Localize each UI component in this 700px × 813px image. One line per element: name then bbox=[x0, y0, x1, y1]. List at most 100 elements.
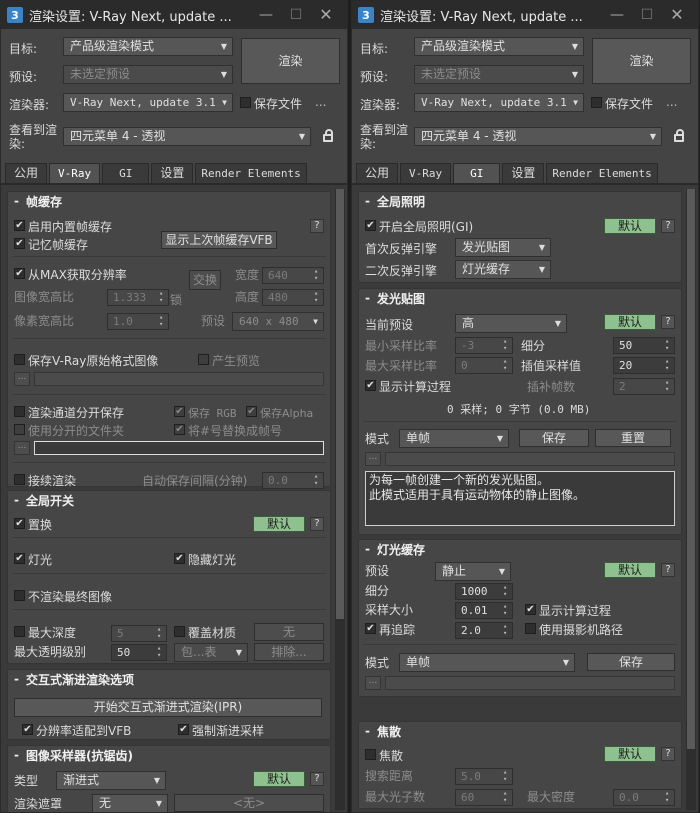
target-dropdown[interactable]: 产品级渲染模式 ▼ bbox=[414, 37, 584, 56]
show-last-vfb-button[interactable]: 显示上次帧缓存VFB bbox=[161, 231, 277, 249]
secondary-engine-dropdown[interactable]: 灯光缓存 ▼ bbox=[455, 260, 551, 279]
close-button[interactable]: ✕ bbox=[315, 5, 337, 25]
caustics-checkbox[interactable] bbox=[365, 749, 376, 760]
rollout-header[interactable]: - 全局照明 bbox=[359, 192, 681, 212]
width-spinner[interactable]: 640 bbox=[262, 267, 324, 284]
save-file-checkbox[interactable] bbox=[591, 97, 602, 108]
max-photons-spinner[interactable]: 60 bbox=[455, 789, 513, 806]
rollout-header[interactable]: - 帧缓存 bbox=[8, 192, 330, 212]
render-mask-dropdown[interactable]: 无 ▼ bbox=[92, 794, 168, 812]
irr-show-calc-checkbox[interactable]: ✔ bbox=[365, 380, 376, 391]
swap-button[interactable]: 交换 bbox=[189, 270, 221, 290]
lights-checkbox[interactable]: ✔ bbox=[14, 553, 25, 564]
irr-save-button[interactable]: 保存 bbox=[519, 429, 589, 447]
save-file-browse[interactable]: ... bbox=[315, 95, 326, 109]
interp-samples-spinner[interactable]: 20 bbox=[613, 357, 675, 374]
default-button[interactable]: 默认 bbox=[253, 771, 305, 787]
include-list-dropdown[interactable]: 包...表 ▼ bbox=[174, 643, 248, 662]
irr-mode-dropdown[interactable]: 单帧 ▼ bbox=[399, 429, 509, 448]
save-file-browse[interactable]: ... bbox=[666, 95, 677, 109]
separate-folders-checkbox[interactable] bbox=[14, 424, 25, 435]
lock-icon[interactable] bbox=[323, 129, 333, 142]
lc-preset-dropdown[interactable]: 静止 ▼ bbox=[435, 562, 511, 581]
save-rgb-checkbox[interactable]: ✔ bbox=[174, 406, 185, 417]
help-button[interactable]: ? bbox=[310, 517, 324, 531]
default-button[interactable]: 默认 bbox=[604, 218, 656, 234]
help-button[interactable]: ? bbox=[661, 219, 675, 233]
renderer-dropdown[interactable]: V-Ray Next, update 3.1 ▼ bbox=[63, 93, 233, 112]
render-button[interactable]: 渲染 bbox=[592, 38, 691, 84]
tab-gi[interactable]: GI bbox=[102, 163, 150, 183]
view-dropdown[interactable]: 四元菜单 4 - 透视 ▼ bbox=[63, 127, 311, 146]
irr-preset-dropdown[interactable]: 高 ▼ bbox=[455, 314, 567, 333]
lc-path-field[interactable] bbox=[385, 676, 675, 690]
render-button[interactable]: 渲染 bbox=[241, 38, 340, 84]
enable-builtin-fb-checkbox[interactable]: ✔ bbox=[14, 220, 25, 231]
rollout-header[interactable]: - 全局开关 bbox=[8, 491, 330, 511]
tab-render-elements[interactable]: Render Elements bbox=[195, 163, 307, 183]
height-spinner[interactable]: 480 bbox=[262, 289, 324, 306]
max-transp-spinner[interactable]: 50 bbox=[111, 644, 167, 661]
save-alpha-checkbox[interactable]: ✔ bbox=[246, 406, 257, 417]
raw-path-browse-button[interactable]: ... bbox=[14, 372, 30, 386]
lc-path-browse-button[interactable]: ... bbox=[365, 676, 381, 690]
default-button[interactable]: 默认 bbox=[604, 562, 656, 578]
res-preset-dropdown[interactable]: 640 x 480 ▼ bbox=[232, 312, 324, 331]
tab-settings[interactable]: 设置 bbox=[151, 163, 194, 183]
retrace-spinner[interactable]: 2.0 bbox=[455, 622, 513, 639]
tab-settings[interactable]: 设置 bbox=[502, 163, 545, 183]
lock-icon[interactable] bbox=[674, 129, 684, 142]
preset-dropdown[interactable]: 未选定预设 ▼ bbox=[63, 65, 233, 84]
sample-size-spinner[interactable]: 0.01 bbox=[455, 602, 513, 619]
get-res-from-max-checkbox[interactable]: ✔ bbox=[14, 268, 25, 279]
split-channels-checkbox[interactable] bbox=[14, 406, 25, 417]
rollout-header[interactable]: - 灯光缓存 bbox=[359, 540, 681, 560]
render-mask-object-button[interactable]: <无> bbox=[174, 794, 324, 812]
lc-mode-dropdown[interactable]: 单帧 ▼ bbox=[399, 653, 575, 672]
memory-fb-checkbox[interactable]: ✔ bbox=[14, 238, 25, 249]
default-button[interactable]: 默认 bbox=[253, 516, 305, 532]
title-bar[interactable]: 3 渲染设置: V-Ray Next, update ... — ☐ ✕ bbox=[352, 1, 698, 29]
help-button[interactable]: ? bbox=[310, 772, 324, 786]
hidden-lights-checkbox[interactable]: ✔ bbox=[174, 553, 185, 564]
irr-subdivs-spinner[interactable]: 50 bbox=[613, 337, 675, 354]
dont-render-final-checkbox[interactable] bbox=[14, 590, 25, 601]
irr-path-browse-button[interactable]: ... bbox=[365, 452, 381, 466]
save-file-checkbox[interactable] bbox=[240, 97, 251, 108]
sampler-type-dropdown[interactable]: 渐进式 ▼ bbox=[56, 771, 166, 790]
help-button[interactable]: ? bbox=[661, 315, 675, 329]
autosave-spinner[interactable]: 0.0 bbox=[262, 472, 324, 489]
lock-aspect-label[interactable]: 锁 bbox=[170, 291, 182, 308]
rollout-header[interactable]: - 发光贴图 bbox=[359, 289, 681, 309]
minimize-button[interactable]: — bbox=[606, 5, 628, 25]
scrollbar-thumb[interactable] bbox=[336, 189, 344, 619]
pixel-aspect-spinner[interactable]: 1.0 bbox=[107, 313, 169, 330]
tab-common[interactable]: 公用 bbox=[5, 163, 48, 183]
close-button[interactable]: ✕ bbox=[666, 5, 688, 25]
aspect-spinner[interactable]: 1.333 bbox=[107, 289, 169, 306]
minimize-button[interactable]: — bbox=[255, 5, 277, 25]
use-camera-path-checkbox[interactable] bbox=[525, 623, 536, 634]
save-raw-checkbox[interactable] bbox=[14, 354, 25, 365]
target-dropdown[interactable]: 产品级渲染模式 ▼ bbox=[63, 37, 233, 56]
help-button[interactable]: ? bbox=[661, 563, 675, 577]
tab-common[interactable]: 公用 bbox=[356, 163, 399, 183]
tab-render-elements[interactable]: Render Elements bbox=[546, 163, 658, 183]
help-button[interactable]: ? bbox=[661, 747, 675, 761]
primary-engine-dropdown[interactable]: 发光贴图 ▼ bbox=[455, 238, 551, 257]
fit-res-checkbox[interactable]: ✔ bbox=[22, 724, 33, 735]
lc-save-button[interactable]: 保存 bbox=[587, 653, 675, 671]
preset-dropdown[interactable]: 未选定预设 ▼ bbox=[414, 65, 584, 84]
channels-path-field[interactable] bbox=[34, 441, 324, 455]
default-button[interactable]: 默认 bbox=[604, 746, 656, 762]
enable-gi-checkbox[interactable]: ✔ bbox=[365, 220, 376, 231]
lc-subdivs-spinner[interactable]: 1000 bbox=[455, 583, 513, 600]
tab-gi[interactable]: GI bbox=[453, 163, 501, 184]
retrace-checkbox[interactable]: ✔ bbox=[365, 623, 376, 634]
max-density-spinner[interactable]: 0.0 bbox=[613, 789, 675, 806]
max-depth-checkbox[interactable] bbox=[14, 626, 25, 637]
max-depth-spinner[interactable]: 5 bbox=[111, 625, 167, 642]
max-rate-spinner[interactable]: 0 bbox=[455, 357, 513, 374]
rollout-header[interactable]: - 焦散 bbox=[359, 722, 681, 742]
maximize-button[interactable]: ☐ bbox=[285, 5, 307, 25]
